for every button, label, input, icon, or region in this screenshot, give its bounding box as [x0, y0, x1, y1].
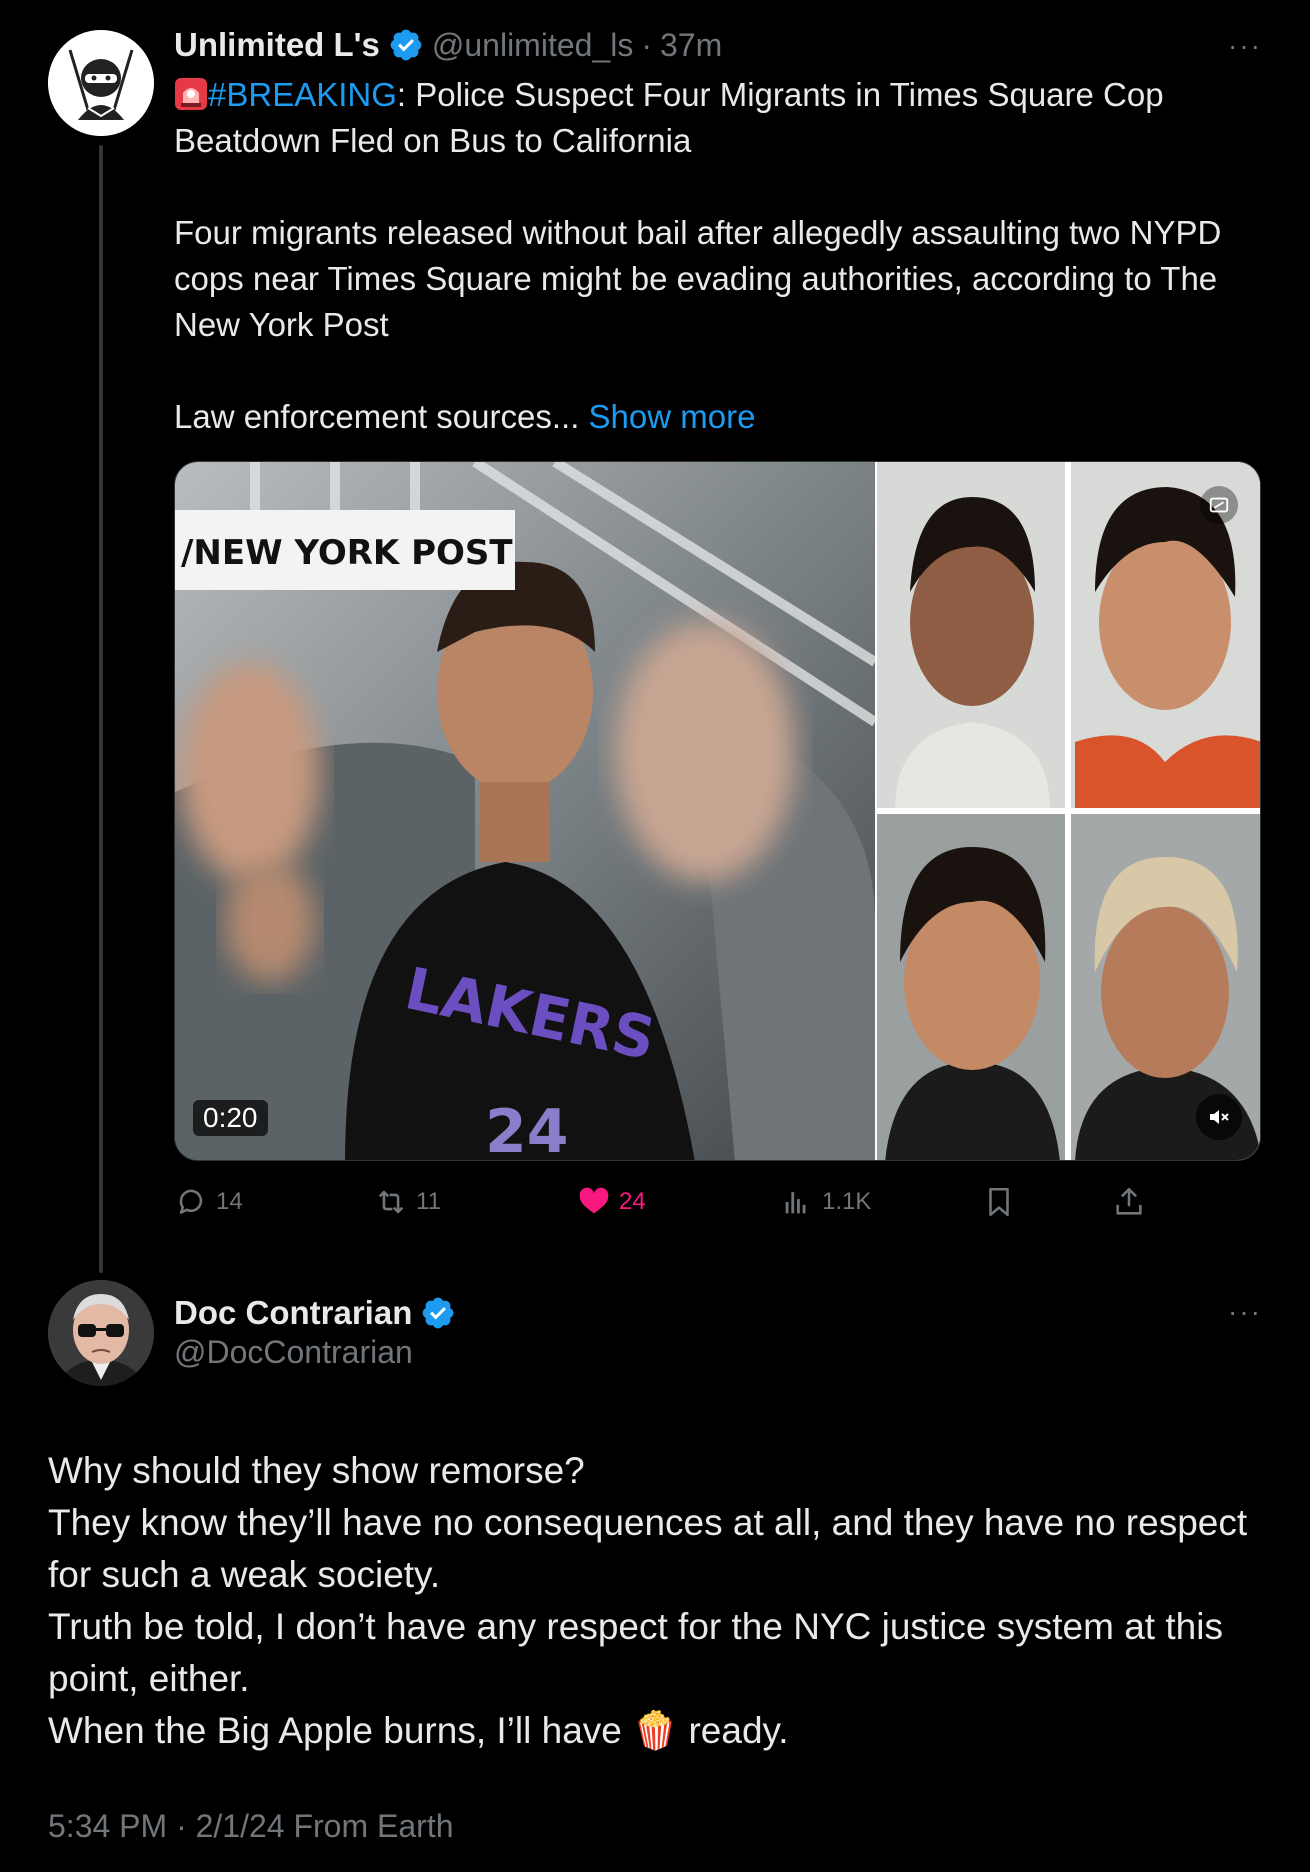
reply-count: 14: [216, 1188, 243, 1215]
bookmark-icon: [989, 1187, 1009, 1217]
views-action[interactable]: 1.1K: [780, 1180, 871, 1224]
post-paragraph: Four migrants released without bail afte…: [174, 214, 1222, 343]
like-count: 24: [619, 1188, 646, 1215]
reply-line-3: Truth be told, I don’t have any respect …: [48, 1606, 1223, 1699]
verified-badge-icon: [423, 1297, 454, 1329]
bookmark-action[interactable]: [982, 1180, 1016, 1224]
old-man-glasses-portrait-icon: [48, 1280, 154, 1386]
share-icon: [1116, 1187, 1142, 1215]
reply-author-handle[interactable]: @DocContrarian: [174, 1334, 413, 1371]
verified-badge-icon: [390, 29, 422, 61]
show-more-link[interactable]: Show more: [589, 398, 756, 435]
popcorn-emoji-icon: 🍿: [632, 1710, 679, 1751]
post-time[interactable]: 37m: [660, 27, 722, 64]
repost-icon: [378, 1190, 404, 1214]
post-teaser: Law enforcement sources...: [174, 398, 580, 435]
reply-more-options-icon[interactable]: ···: [1228, 1296, 1262, 1328]
reply-line-4-text: When the Big Apple burns, I’ll have: [48, 1710, 622, 1751]
views-chart-icon: [785, 1192, 806, 1214]
reply-line-4: When the Big Apple burns, I’ll have 🍿 re…: [48, 1705, 1248, 1757]
author-name[interactable]: Unlimited L's: [174, 26, 380, 64]
video-duration: 0:20: [203, 1102, 258, 1133]
post-headline: #BREAKING: Police Suspect Four Migrants …: [174, 72, 1264, 164]
siren-icon: [175, 78, 207, 110]
video-duration-badge: 0:20: [193, 1100, 268, 1136]
share-action[interactable]: [1112, 1180, 1146, 1224]
like-action[interactable]: 24: [577, 1180, 646, 1224]
repost-action[interactable]: 11: [374, 1180, 441, 1224]
hashtag-breaking[interactable]: #BREAKING: [208, 76, 397, 113]
post-video-media[interactable]: LAKERS 24 /NEW YORK POST 0:20: [174, 461, 1261, 1161]
svg-text:24: 24: [485, 1097, 569, 1161]
ninja-logo-icon: [48, 30, 154, 136]
mugshots-image: [875, 462, 1260, 1160]
reply-body: Why should they show remorse? They know …: [48, 1445, 1248, 1757]
reply-timestamp-source[interactable]: 5:34 PM · 2/1/24 From Earth: [48, 1808, 454, 1845]
repost-count: 11: [416, 1188, 441, 1215]
views-count: 1.1K: [822, 1188, 872, 1215]
new-york-post-watermark: /NEW YORK POST: [181, 533, 513, 573]
reply-icon: [179, 1189, 203, 1214]
mugshot-grid: [875, 462, 1260, 1160]
reply-action[interactable]: 14: [174, 1180, 243, 1224]
heart-filled-icon: [579, 1187, 609, 1214]
post-more-options-icon[interactable]: ···: [1228, 30, 1262, 62]
author-avatar[interactable]: [48, 30, 154, 136]
video-still-image: LAKERS 24 /NEW YORK POST: [175, 462, 875, 1161]
post-body: #BREAKING: Police Suspect Four Migrants …: [174, 72, 1264, 440]
reply-author-name[interactable]: Doc Contrarian: [174, 1294, 412, 1332]
media-info-icon[interactable]: [1200, 486, 1238, 524]
author-handle[interactable]: @unlimited_ls: [432, 27, 633, 64]
post-teaser-line: Law enforcement sources... Show more: [174, 394, 1264, 440]
thread-connector-line: [99, 145, 103, 1273]
reply-line-2: They know they’ll have no consequences a…: [48, 1502, 1248, 1595]
reply-line-4-suffix: ready.: [678, 1710, 789, 1751]
header-separator: ·: [641, 26, 652, 63]
post-header: Unlimited L's @unlimited_ls · 37m: [174, 22, 722, 68]
reply-line-1: Why should they show remorse?: [48, 1450, 585, 1491]
mute-toggle-icon[interactable]: [1196, 1094, 1242, 1140]
reply-author-avatar[interactable]: [48, 1280, 154, 1386]
reply-header: Doc Contrarian: [174, 1290, 456, 1336]
